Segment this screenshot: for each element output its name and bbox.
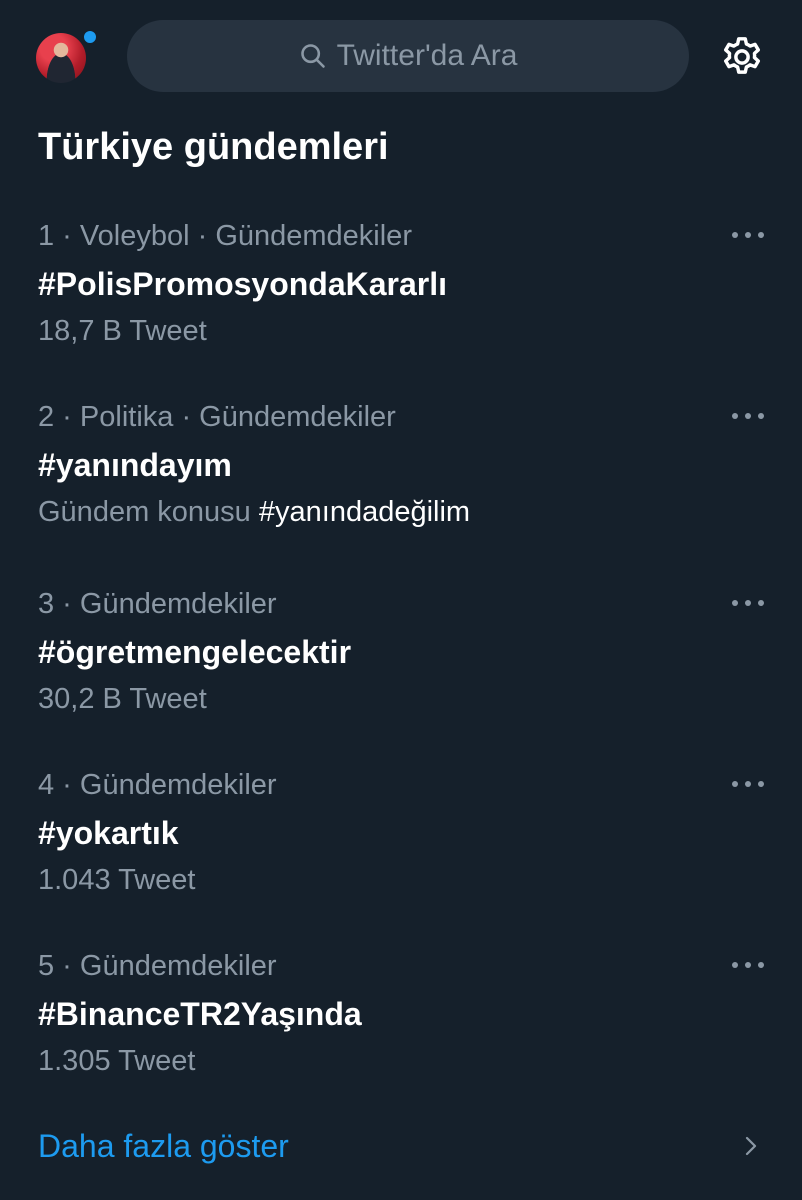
trend-name[interactable]: #BinanceTR2Yaşında — [38, 992, 362, 1036]
trend-tweet-count: 30,2 B Tweet — [38, 683, 207, 715]
search-placeholder: Twitter'da Ara — [336, 39, 518, 72]
show-more-link[interactable]: Daha fazla göster — [38, 1124, 289, 1168]
trend-tweet-count: 1.043 Tweet — [38, 864, 196, 896]
more-icon[interactable] — [732, 409, 764, 423]
more-icon[interactable] — [732, 777, 764, 791]
top-bar: Twitter'da Ara — [0, 0, 802, 112]
trend-item[interactable]: 4 · Gündemdekiler #yokartık 1.043 Tweet — [0, 765, 802, 935]
more-icon[interactable] — [732, 958, 764, 972]
trend-meta: 2 · Politika · Gündemdekiler — [38, 401, 396, 433]
page-title: Türkiye gündemleri — [38, 126, 389, 168]
avatar[interactable] — [36, 33, 86, 83]
more-icon[interactable] — [732, 228, 764, 242]
trend-meta: 1 · Voleybol · Gündemdekiler — [38, 220, 412, 252]
trend-name[interactable]: #yokartık — [38, 811, 179, 855]
trend-meta: 5 · Gündemdekiler — [38, 950, 277, 982]
trend-item[interactable]: 3 · Gündemdekiler #ögretmengelecektir 30… — [0, 584, 802, 754]
gear-icon[interactable] — [719, 34, 765, 80]
trend-item[interactable]: 2 · Politika · Gündemdekiler #yanındayım… — [0, 397, 802, 567]
notification-dot — [82, 29, 98, 45]
trend-meta: 4 · Gündemdekiler — [38, 769, 277, 801]
trend-related: Gündem konusu #yanındadeğilim — [38, 492, 470, 532]
search-icon — [300, 44, 325, 68]
chevron-right-icon[interactable] — [741, 1134, 761, 1158]
trend-related-label: Gündem konusu — [38, 496, 251, 528]
more-icon[interactable] — [732, 596, 764, 610]
trend-item[interactable]: 1 · Voleybol · Gündemdekiler #PolisPromo… — [0, 216, 802, 386]
trend-item[interactable]: 5 · Gündemdekiler #BinanceTR2Yaşında 1.3… — [0, 946, 802, 1116]
trend-meta: 3 · Gündemdekiler — [38, 588, 277, 620]
trend-name[interactable]: #ögretmengelecektir — [38, 630, 351, 674]
search-input[interactable]: Twitter'da Ara — [127, 20, 689, 92]
trend-tweet-count: 18,7 B Tweet — [38, 315, 207, 347]
trend-name[interactable]: #PolisPromosyondaKararlı — [38, 262, 447, 306]
trend-related-tag[interactable]: #yanındadeğilim — [259, 496, 470, 528]
trend-tweet-count: 1.305 Tweet — [38, 1045, 196, 1077]
trend-name[interactable]: #yanındayım — [38, 443, 232, 487]
